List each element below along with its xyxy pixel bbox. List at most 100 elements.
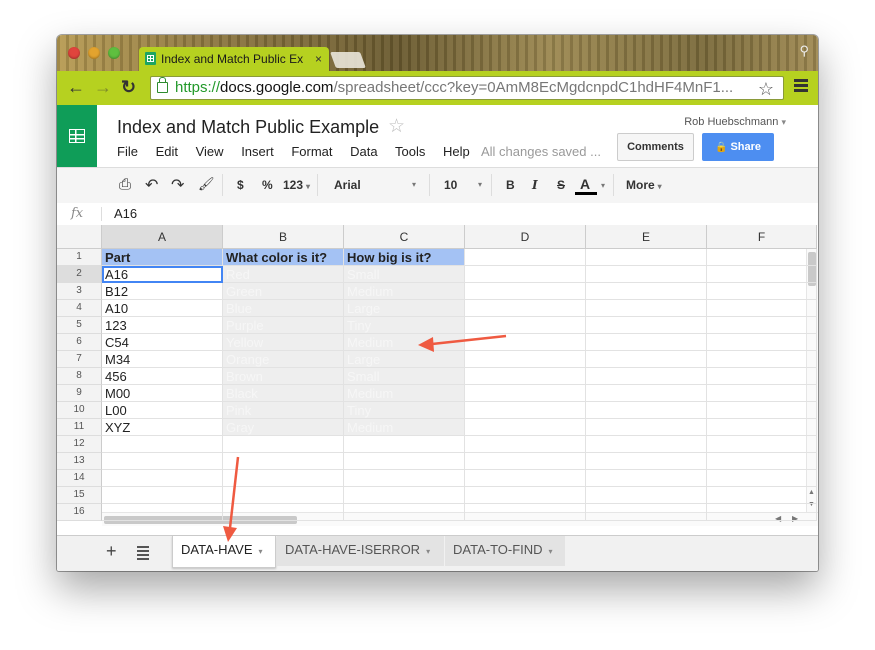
cell-c3[interactable]: Medium — [344, 283, 465, 300]
column-header-a[interactable]: A — [102, 225, 223, 249]
account-switcher[interactable]: Rob Huebschmann ▾ — [684, 116, 786, 128]
cell-f6[interactable] — [707, 334, 817, 351]
cell-c12[interactable] — [344, 436, 465, 453]
sheets-logo[interactable] — [57, 105, 97, 167]
column-header-e[interactable]: E — [586, 225, 707, 249]
cell-b14[interactable] — [223, 470, 344, 487]
cell-d1[interactable] — [465, 249, 586, 266]
row-header-16[interactable]: 16 — [57, 504, 102, 521]
cell-d5[interactable] — [465, 317, 586, 334]
menu-insert[interactable]: Insert — [241, 144, 274, 159]
cell-e9[interactable] — [586, 385, 707, 402]
star-document-icon[interactable]: ☆ — [388, 115, 405, 138]
cell-c16[interactable] — [344, 504, 465, 521]
cell-b12[interactable] — [223, 436, 344, 453]
cell-b13[interactable] — [223, 453, 344, 470]
cell-e11[interactable] — [586, 419, 707, 436]
cell-d2[interactable] — [465, 266, 586, 283]
cell-a10[interactable]: L00 — [102, 402, 223, 419]
cell-e6[interactable] — [586, 334, 707, 351]
zoom-window-button[interactable] — [108, 47, 120, 59]
cell-d6[interactable] — [465, 334, 586, 351]
close-tab-icon[interactable]: × — [315, 52, 322, 66]
menu-edit[interactable]: Edit — [156, 144, 178, 159]
cell-e16[interactable] — [586, 504, 707, 521]
cell-d8[interactable] — [465, 368, 586, 385]
cell-b8[interactable]: Brown — [223, 368, 344, 385]
cell-f3[interactable] — [707, 283, 817, 300]
menu-file[interactable]: File — [117, 144, 138, 159]
chevron-down-icon[interactable]: ▾ — [601, 181, 605, 190]
cell-d10[interactable] — [465, 402, 586, 419]
cell-e12[interactable] — [586, 436, 707, 453]
cell-b7[interactable]: Orange — [223, 351, 344, 368]
cell-e3[interactable] — [586, 283, 707, 300]
cell-a5[interactable]: 123 — [102, 317, 223, 334]
minimize-window-button[interactable] — [88, 47, 100, 59]
cell-c6[interactable]: Medium — [344, 334, 465, 351]
formula-input[interactable]: A16 — [114, 206, 137, 221]
number-format-button[interactable]: 123 ▾ — [283, 178, 310, 192]
cell-d12[interactable] — [465, 436, 586, 453]
cell-c8[interactable]: Small — [344, 368, 465, 385]
font-size-select[interactable]: 10 — [444, 178, 457, 192]
cell-f9[interactable] — [707, 385, 817, 402]
cell-a14[interactable] — [102, 470, 223, 487]
cell-f12[interactable] — [707, 436, 817, 453]
cell-e10[interactable] — [586, 402, 707, 419]
cell-e8[interactable] — [586, 368, 707, 385]
cell-b5[interactable]: Purple — [223, 317, 344, 334]
cell-f2[interactable] — [707, 266, 817, 283]
sheet-tab-data-to-find[interactable]: DATA-TO-FIND ▾ — [445, 536, 565, 566]
column-header-b[interactable]: B — [223, 225, 344, 249]
profile-icon[interactable]: ⚲ — [799, 43, 809, 59]
cell-d11[interactable] — [465, 419, 586, 436]
row-header-4[interactable]: 4 — [57, 300, 102, 317]
add-sheet-icon[interactable]: + — [106, 541, 117, 562]
document-title[interactable]: Index and Match Public Example — [117, 117, 379, 138]
column-header-f[interactable]: F — [707, 225, 817, 249]
cell-a16[interactable] — [102, 504, 223, 521]
cell-f14[interactable] — [707, 470, 817, 487]
cell-a2[interactable]: A16 — [102, 266, 223, 283]
cell-e1[interactable] — [586, 249, 707, 266]
column-header-d[interactable]: D — [465, 225, 586, 249]
row-header-13[interactable]: 13 — [57, 453, 102, 470]
cell-e15[interactable] — [586, 487, 707, 504]
undo-icon[interactable]: ↶ — [145, 175, 158, 195]
font-family-select[interactable]: Arial — [334, 178, 361, 192]
cell-b4[interactable]: Blue — [223, 300, 344, 317]
cell-e14[interactable] — [586, 470, 707, 487]
new-tab-button[interactable] — [330, 52, 366, 68]
cell-b3[interactable]: Green — [223, 283, 344, 300]
redo-icon[interactable]: ↷ — [171, 175, 184, 195]
cell-b16[interactable] — [223, 504, 344, 521]
row-header-1[interactable]: 1 — [57, 249, 102, 266]
cell-b1[interactable]: What color is it? — [223, 249, 344, 266]
cell-c4[interactable]: Large — [344, 300, 465, 317]
cell-e5[interactable] — [586, 317, 707, 334]
cell-d15[interactable] — [465, 487, 586, 504]
cell-e13[interactable] — [586, 453, 707, 470]
cell-c13[interactable] — [344, 453, 465, 470]
chevron-down-icon[interactable]: ▾ — [549, 547, 553, 556]
cell-d14[interactable] — [465, 470, 586, 487]
row-header-11[interactable]: 11 — [57, 419, 102, 436]
cell-f4[interactable] — [707, 300, 817, 317]
currency-format-button[interactable]: $ — [237, 178, 244, 192]
cell-a9[interactable]: M00 — [102, 385, 223, 402]
paint-format-icon[interactable]: 🖌 — [198, 176, 215, 192]
strikethrough-button[interactable]: S — [557, 178, 565, 192]
menu-tools[interactable]: Tools — [395, 144, 425, 159]
cell-f15[interactable] — [707, 487, 817, 504]
text-color-button[interactable]: A — [580, 176, 590, 192]
select-all-corner[interactable] — [57, 225, 102, 249]
cell-a8[interactable]: 456 — [102, 368, 223, 385]
cell-c10[interactable]: Tiny — [344, 402, 465, 419]
cell-f8[interactable] — [707, 368, 817, 385]
italic-button[interactable]: I — [532, 178, 538, 192]
cell-e2[interactable] — [586, 266, 707, 283]
cell-b9[interactable]: Black — [223, 385, 344, 402]
bookmark-star-icon[interactable]: ☆ — [758, 78, 774, 99]
menu-view[interactable]: View — [196, 144, 224, 159]
